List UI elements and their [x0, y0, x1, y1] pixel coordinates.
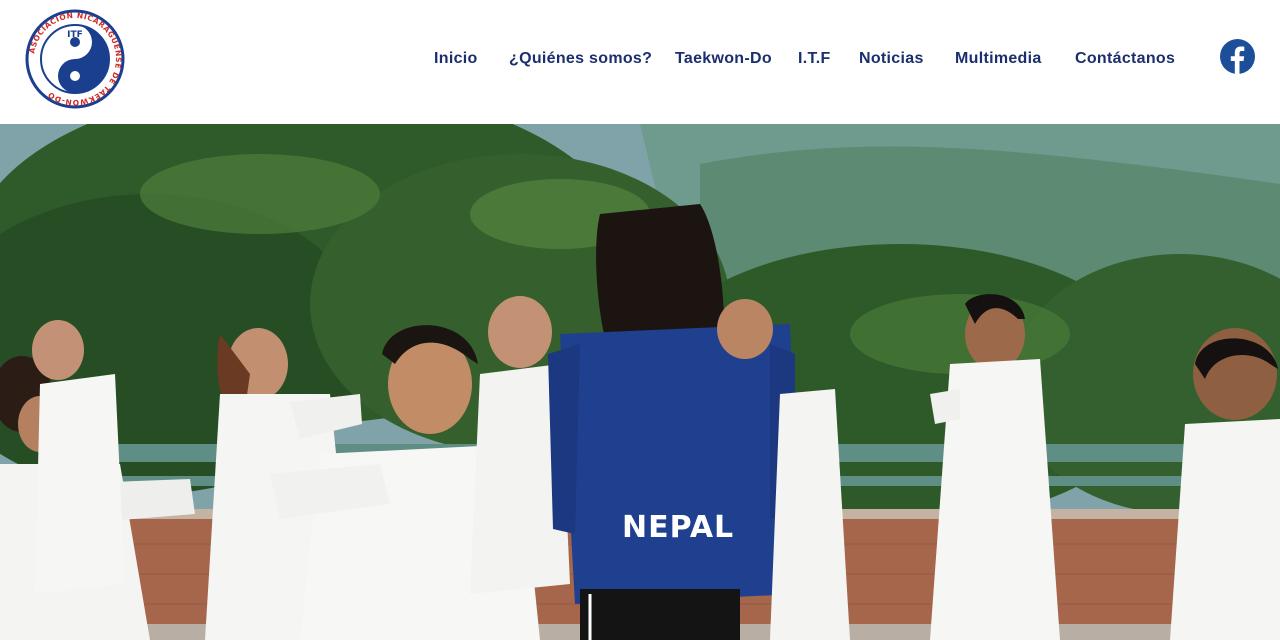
- nav-item-noticias[interactable]: Noticias: [859, 46, 924, 72]
- facebook-icon: [1220, 39, 1255, 74]
- nav-item-inicio[interactable]: Inicio: [434, 46, 478, 72]
- facebook-link[interactable]: [1220, 39, 1255, 74]
- main-navigation: Inicio ¿Quiénes somos? Taekwon-Do I.T.F …: [0, 46, 1280, 72]
- nav-item-quienes-somos[interactable]: ¿Quiénes somos?: [509, 46, 652, 72]
- hero-image: NEPAL: [0, 124, 1280, 640]
- jacket-lettering: NEPAL: [622, 510, 735, 545]
- nav-item-multimedia[interactable]: Multimedia: [955, 46, 1042, 72]
- nav-item-taekwon-do[interactable]: Taekwon-Do: [675, 46, 772, 72]
- hero-photo-illustration: [0, 124, 1280, 640]
- nav-item-itf[interactable]: I.T.F: [798, 46, 831, 72]
- svg-text:ITF: ITF: [67, 30, 83, 40]
- site-header: ITF ASOCIACION NICARAGUENSE DE TAEKWON-D…: [0, 0, 1280, 124]
- nav-item-contactanos[interactable]: Contáctanos: [1075, 46, 1175, 72]
